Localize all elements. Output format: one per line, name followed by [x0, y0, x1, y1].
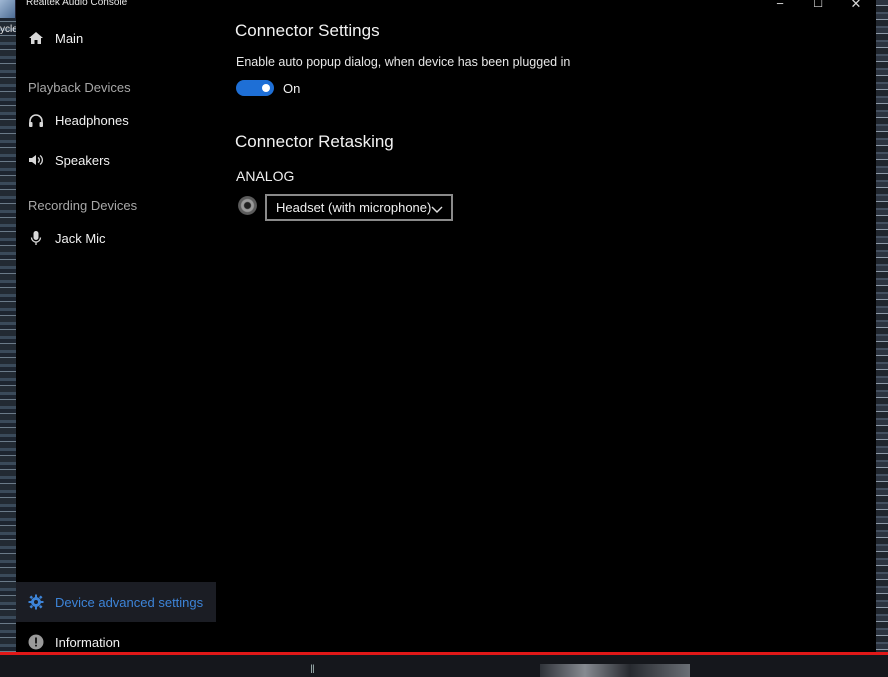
connector-retasking-title: Connector Retasking [235, 132, 394, 151]
sidebar-item-label: Headphones [55, 112, 129, 128]
red-line [0, 652, 888, 655]
main-content: Connector Settings Enable auto popup dia… [235, 0, 855, 652]
headphones-icon [27, 111, 45, 129]
home-icon [27, 29, 45, 47]
recycle-bin-icon[interactable] [0, 0, 16, 18]
auto-popup-toggle[interactable] [236, 80, 274, 96]
analog-label: ANALOG [236, 168, 295, 184]
desktop-bottom-area [0, 652, 888, 677]
desktop-bottom-marks: ‖ [310, 662, 318, 676]
info-icon [27, 633, 45, 651]
gear-icon [27, 593, 45, 611]
sidebar-item-headphones[interactable]: Headphones [16, 100, 216, 140]
sidebar-item-device-advanced-settings[interactable]: Device advanced settings [16, 582, 216, 622]
sidebar-item-label: Jack Mic [55, 230, 106, 246]
speaker-icon [27, 151, 45, 169]
sidebar-item-main[interactable]: Main [16, 18, 216, 58]
sidebar-item-label: Speakers [55, 152, 110, 168]
toggle-knob [262, 84, 270, 92]
sidebar: Main Playback Devices Headphones Speaker… [16, 0, 216, 652]
microphone-icon [27, 229, 45, 247]
sidebar-item-information[interactable]: Information [16, 622, 216, 652]
connector-settings-title: Connector Settings [235, 21, 380, 40]
toggle-state-label: On [283, 81, 301, 96]
auto-popup-description: Enable auto popup dialog, when device ha… [236, 55, 571, 69]
recording-devices-header: Recording Devices [28, 198, 138, 213]
audio-jack-icon [238, 196, 257, 215]
sidebar-item-label: Information [55, 634, 121, 650]
sidebar-item-speakers[interactable]: Speakers [16, 140, 216, 180]
sidebar-item-label: Device advanced settings [55, 594, 204, 610]
desktop-right-strip [874, 0, 888, 677]
sidebar-item-label: Main [55, 30, 84, 46]
playback-devices-header: Playback Devices [28, 80, 131, 95]
jack-function-select[interactable]: Headset (with microphone) [265, 194, 453, 221]
desktop-bottom-graphic [540, 664, 690, 677]
app-window: Realtek Audio Console − ☐ ✕ Main Playbac… [16, 0, 876, 652]
select-value: Headset (with microphone) [276, 200, 432, 215]
chevron-down-icon [431, 202, 443, 217]
sidebar-item-jack-mic[interactable]: Jack Mic [16, 218, 216, 258]
